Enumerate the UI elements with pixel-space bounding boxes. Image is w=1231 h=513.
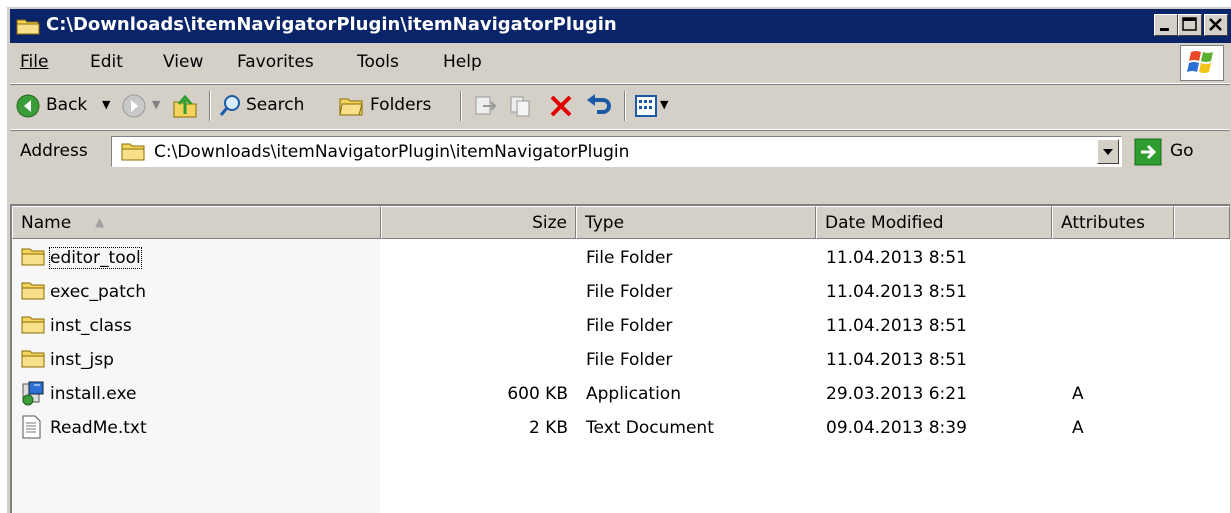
standard-toolbar: Back ▼ ▼ Search Folders ▼ (10, 85, 1230, 130)
address-value: C:\Downloads\itemNavigatorPlugin\itemNav… (154, 142, 630, 162)
folder-icon (20, 347, 46, 374)
folder-icon (20, 279, 46, 306)
address-dropdown-button[interactable] (1097, 139, 1119, 164)
go-label: Go (1170, 141, 1194, 161)
sort-ascending-icon: ▲ (95, 215, 105, 229)
file-type: File Folder (586, 248, 673, 268)
column-header-blank (1174, 206, 1230, 239)
list-item[interactable]: inst_class File Folder 11.04.2013 8:51 (12, 310, 1230, 344)
go-arrow-icon (1134, 138, 1162, 171)
file-size: 2 KB (528, 418, 568, 438)
toolbar-separator (460, 91, 462, 121)
file-name: ReadMe.txt (50, 418, 147, 438)
address-bar: Address C:\Downloads\itemNavigatorPlugin… (10, 131, 1230, 173)
menu-view[interactable]: View (163, 52, 203, 72)
folder-icon (20, 245, 46, 272)
column-header-size[interactable]: Size (381, 206, 576, 239)
file-name: inst_jsp (50, 350, 114, 370)
maximize-button[interactable] (1178, 14, 1202, 36)
file-type: File Folder (586, 316, 673, 336)
file-name: inst_class (50, 316, 132, 336)
title-bar[interactable]: C:\Downloads\itemNavigatorPlugin\itemNav… (10, 9, 1231, 43)
menu-bar: File Edit View Favorites Tools Help (10, 45, 1230, 84)
folders-icon[interactable] (338, 94, 364, 123)
file-name: exec_patch (50, 282, 146, 302)
file-type: File Folder (586, 350, 673, 370)
column-header-type[interactable]: Type (576, 206, 816, 239)
toolbar-separator (624, 91, 626, 121)
installer-icon (20, 381, 46, 412)
file-type: Text Document (586, 418, 714, 438)
back-dropdown-icon[interactable]: ▼ (102, 98, 110, 111)
file-attributes: A (1072, 384, 1084, 404)
file-name: editor_tool (49, 247, 142, 269)
forward-dropdown-icon[interactable]: ▼ (152, 98, 160, 111)
file-name: install.exe (50, 384, 137, 404)
file-date-modified: 29.03.2013 6:21 (826, 384, 967, 404)
back-button[interactable]: Back (46, 95, 87, 115)
forward-arrow-icon[interactable] (122, 94, 146, 123)
folder-icon (120, 140, 146, 167)
folder-icon (16, 16, 40, 41)
menu-edit[interactable]: Edit (90, 52, 123, 72)
minimize-button[interactable] (1154, 14, 1178, 36)
back-arrow-icon[interactable] (16, 94, 40, 123)
list-item[interactable]: install.exe 600 KB Application 29.03.2013 6… (12, 378, 1230, 412)
column-header-attributes[interactable]: Attributes (1052, 206, 1174, 239)
delete-icon[interactable] (548, 93, 574, 124)
file-size: 600 KB (507, 384, 568, 404)
windows-logo-icon (1180, 45, 1224, 81)
text-file-icon (20, 415, 42, 444)
folders-button[interactable]: Folders (370, 95, 431, 115)
list-item[interactable]: exec_patch File Folder 11.04.2013 8:51 (12, 276, 1230, 310)
window-title: C:\Downloads\itemNavigatorPlugin\itemNav… (46, 14, 617, 35)
file-attributes: A (1072, 418, 1084, 438)
list-item[interactable]: editor_tool File Folder 11.04.2013 8:51 (12, 242, 1230, 276)
file-date-modified: 11.04.2013 8:51 (826, 350, 967, 370)
search-button[interactable]: Search (246, 95, 304, 115)
file-date-modified: 11.04.2013 8:51 (826, 282, 967, 302)
file-list-view[interactable]: Name ▲ Size Type Date Modified Attribute… (10, 204, 1230, 513)
move-to-icon[interactable] (473, 94, 499, 123)
column-header-name[interactable]: Name ▲ (12, 206, 381, 239)
close-button[interactable] (1204, 14, 1228, 36)
menu-tools[interactable]: Tools (357, 52, 399, 72)
menu-favorites[interactable]: Favorites (237, 52, 314, 72)
menu-help[interactable]: Help (443, 52, 482, 72)
file-date-modified: 09.04.2013 8:39 (826, 418, 967, 438)
menu-file[interactable]: File (20, 52, 48, 72)
copy-to-icon[interactable] (508, 94, 534, 123)
list-header: Name ▲ Size Type Date Modified Attribute… (12, 206, 1230, 239)
up-folder-icon[interactable] (171, 92, 199, 125)
file-date-modified: 11.04.2013 8:51 (826, 316, 967, 336)
file-type: File Folder (586, 282, 673, 302)
toolbar-separator (209, 91, 211, 121)
search-icon[interactable] (218, 94, 242, 123)
undo-icon[interactable] (585, 92, 613, 123)
file-date-modified: 11.04.2013 8:51 (826, 248, 967, 268)
folder-icon (20, 313, 46, 340)
address-label: Address (20, 141, 88, 161)
views-dropdown-icon[interactable]: ▼ (660, 98, 668, 111)
column-header-date-modified[interactable]: Date Modified (816, 206, 1052, 239)
list-item[interactable]: ReadMe.txt 2 KB Text Document 09.04.2013 8:… (12, 412, 1230, 446)
address-input[interactable]: C:\Downloads\itemNavigatorPlugin\itemNav… (111, 136, 1122, 167)
column-header-label: Name (21, 213, 72, 233)
list-item[interactable]: inst_jsp File Folder 11.04.2013 8:51 (12, 344, 1230, 378)
views-icon[interactable] (634, 94, 658, 123)
file-type: Application (586, 384, 681, 404)
go-button[interactable]: Go (1130, 137, 1210, 167)
explorer-window: C:\Downloads\itemNavigatorPlugin\itemNav… (7, 7, 1231, 513)
